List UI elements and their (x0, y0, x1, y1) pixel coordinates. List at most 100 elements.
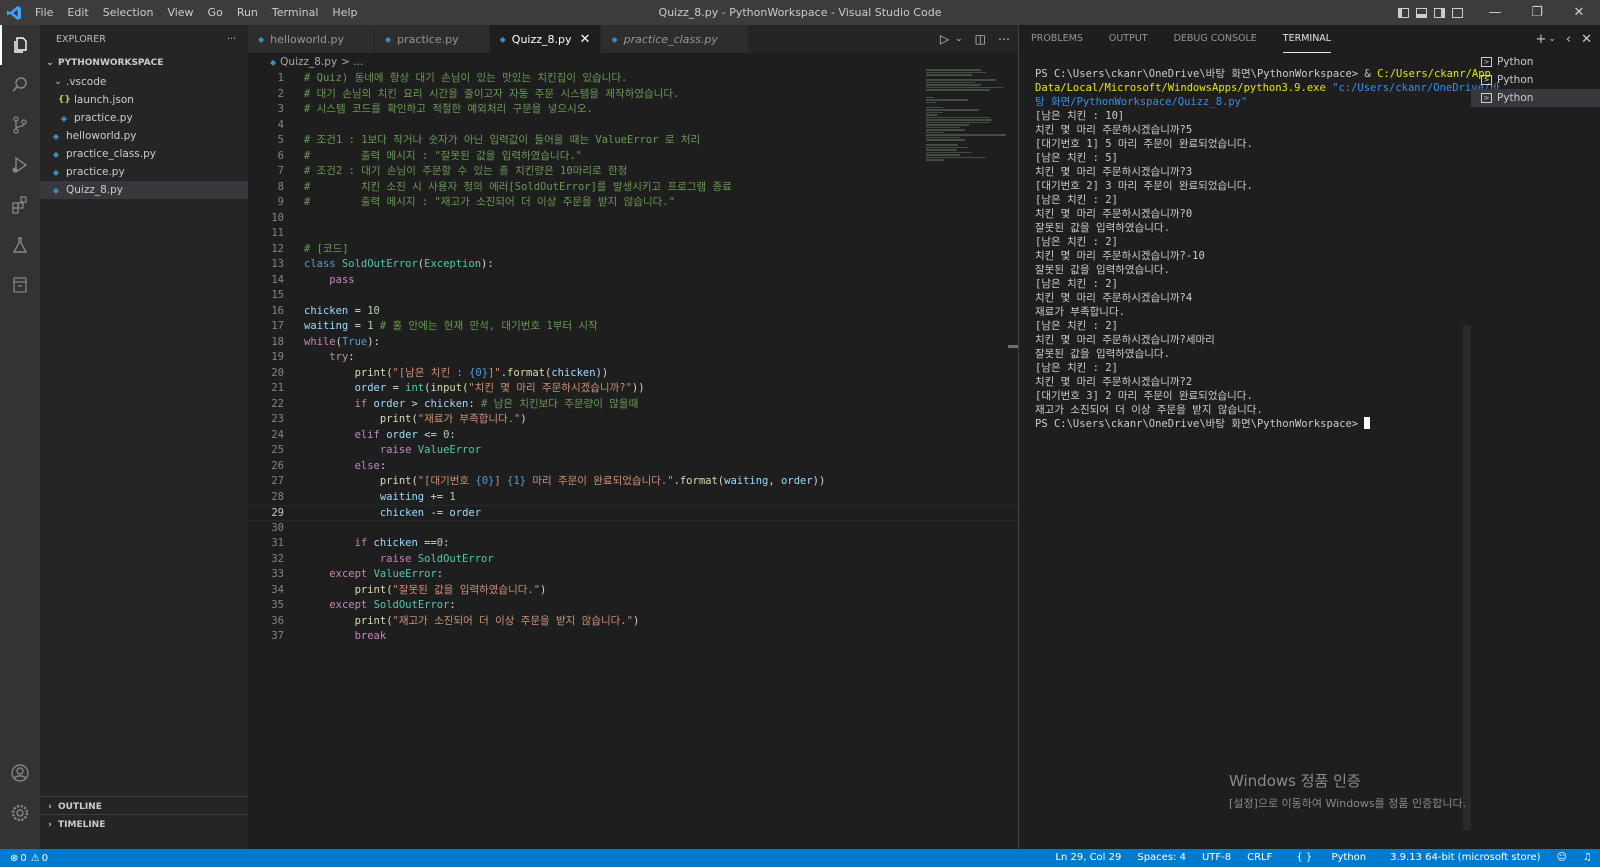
code-line[interactable]: 33 except ValueError: (248, 567, 1018, 583)
restore-button[interactable]: ❐ (1516, 0, 1558, 25)
tree-file-quizz8[interactable]: ◆ Quizz_8.py (40, 181, 248, 199)
toggle-sidebar-icon[interactable] (1394, 6, 1412, 20)
run-dropdown-icon[interactable]: ⌄ (955, 34, 963, 44)
end-of-line[interactable]: CRLF (1239, 849, 1280, 867)
code-line[interactable]: 23 print("재료가 부족합니다.") (248, 412, 1018, 428)
code-line[interactable]: 11 (248, 226, 1018, 242)
code-line[interactable]: 5 # 조건1 : 1보다 작거나 숫자가 아닌 입력값이 들어올 때는 Valu… (248, 133, 1018, 149)
collapse-panel-icon[interactable]: ‹ (1566, 32, 1571, 47)
code-line[interactable]: 25 raise ValueError (248, 443, 1018, 459)
minimize-button[interactable]: — (1474, 0, 1516, 25)
menu-file[interactable]: File (28, 0, 60, 25)
code-line[interactable]: 15 (248, 288, 1018, 304)
python-interpreter[interactable]: 3.9.13 64-bit (microsoft store) (1382, 849, 1548, 867)
tab-terminal[interactable]: TERMINAL (1282, 25, 1332, 53)
split-editor-icon[interactable]: ◫ (975, 32, 986, 46)
menu-selection[interactable]: Selection (96, 0, 161, 25)
tree-file-practice-class[interactable]: ◆ practice_class.py (40, 145, 248, 163)
code-line[interactable]: 14 pass (248, 273, 1018, 289)
code-line[interactable]: 13 class SoldOutError(Exception): (248, 257, 1018, 273)
terminal-scrollbar[interactable] (1463, 325, 1471, 830)
code-line[interactable]: 2 # 대기 손님의 치킨 요리 시간을 줄이고자 자동 주문 시스템을 제작하였… (248, 87, 1018, 103)
close-tab-icon[interactable]: ✕ (580, 32, 591, 47)
code-line[interactable]: 34 print("잘못된 값을 입력하였습니다.") (248, 583, 1018, 599)
breadcrumb-rest[interactable]: > ... (341, 56, 363, 68)
code-line[interactable]: 7 # 조건2 : 대기 손님이 주문할 수 있는 총 치킨량은 10마리로 한정 (248, 164, 1018, 180)
close-window-button[interactable]: ✕ (1558, 0, 1600, 25)
code-line[interactable]: 28 waiting += 1 (248, 490, 1018, 506)
feedback-icon[interactable]: ☺ (1549, 849, 1575, 867)
indentation[interactable]: Spaces: 4 (1129, 849, 1194, 867)
menu-go[interactable]: Go (201, 0, 230, 25)
tree-file-helloworld[interactable]: ◆ helloworld.py (40, 127, 248, 145)
explorer-icon[interactable] (0, 25, 40, 65)
explorer-more-icon[interactable]: ··· (227, 34, 236, 45)
tree-file-launch-json[interactable]: {} launch.json (40, 91, 248, 109)
tab-practice-class[interactable]: ◆ practice_class.py (601, 25, 749, 53)
timeline-section-header[interactable]: › TIMELINE (40, 814, 248, 834)
workspace-section-header[interactable]: ⌄ PYTHONWORKSPACE (40, 53, 248, 73)
toggle-panel-icon[interactable] (1412, 6, 1430, 20)
tree-folder-vscode[interactable]: ⌄ .vscode (40, 73, 248, 91)
tab-output[interactable]: OUTPUT (1109, 25, 1148, 53)
menu-edit[interactable]: Edit (60, 0, 95, 25)
code-line[interactable]: 26 else: (248, 459, 1018, 475)
code-line[interactable]: 22 if order > chicken: # 남은 치킨보다 주문량이 많을… (248, 397, 1018, 413)
terminal-instance-1[interactable]: > Python (1471, 53, 1600, 71)
code-line[interactable]: 16 chicken = 10 (248, 304, 1018, 320)
breadcrumb-file[interactable]: Quizz_8.py (280, 56, 337, 68)
language-mode[interactable]: { } Python (1280, 849, 1382, 867)
code-line[interactable]: 19 try: (248, 350, 1018, 366)
minimap[interactable] (926, 69, 1006, 161)
code-line[interactable]: 1 # Quiz) 동네에 항상 대기 손님이 있는 맛있는 치킨집이 있습니다. (248, 71, 1018, 87)
tab-quizz8[interactable]: ◆ Quizz_8.py ✕ (489, 25, 602, 53)
tree-file-vscode-practice[interactable]: ◆ practice.py (40, 109, 248, 127)
customize-layout-icon[interactable] (1448, 6, 1466, 20)
tab-practice[interactable]: ◆ practice.py (375, 25, 490, 53)
code-line[interactable]: 9 # 출력 메시지 : "재고가 소진되어 더 이상 주문을 받지 않습니다." (248, 195, 1018, 211)
code-line[interactable]: 29 chicken -= order (248, 505, 1018, 521)
code-line[interactable]: 12 # [코드] (248, 242, 1018, 258)
code-line[interactable]: 20 print("[남은 치킨 : {0}]".format(chicken)… (248, 366, 1018, 382)
code-line[interactable]: 18 while(True): (248, 335, 1018, 351)
extensions-icon[interactable] (0, 185, 40, 225)
code-line[interactable]: 10 (248, 211, 1018, 227)
code-line[interactable]: 31 if chicken ==0: (248, 536, 1018, 552)
search-icon[interactable] (0, 65, 40, 105)
tab-problems[interactable]: PROBLEMS (1031, 25, 1083, 53)
code-line[interactable]: 37 break (248, 629, 1018, 645)
editor-scrollbar[interactable] (1008, 345, 1018, 348)
testing-icon[interactable] (0, 225, 40, 265)
outline-section-header[interactable]: › OUTLINE (40, 796, 248, 816)
problems-status[interactable]: ⊗ 0 ⚠ 0 (0, 853, 48, 864)
code-line[interactable]: 30 (248, 521, 1018, 537)
terminal-dropdown-icon[interactable]: ⌄ (1548, 34, 1556, 44)
cursor-position[interactable]: Ln 29, Col 29 (1047, 849, 1129, 867)
code-line[interactable]: 35 except SoldOutError: (248, 598, 1018, 614)
notifications-bell-icon[interactable]: ♫ (1575, 849, 1600, 867)
run-python-file-icon[interactable]: ▷ (940, 32, 949, 46)
tree-file-practice[interactable]: ◆ practice.py (40, 163, 248, 181)
run-debug-icon[interactable] (0, 145, 40, 185)
toggle-secondary-sidebar-icon[interactable] (1430, 6, 1448, 20)
code-line[interactable]: 27 print("[대기번호 {0}] {1} 마리 주문이 완료되었습니다.… (248, 474, 1018, 490)
menu-terminal[interactable]: Terminal (265, 0, 326, 25)
terminal-instance-2[interactable]: > Python (1471, 71, 1600, 89)
terminal-output[interactable]: PS C:\Users\ckanr\OneDrive\바탕 화면\PythonW… (1035, 67, 1500, 431)
code-line[interactable]: 32 raise SoldOutError (248, 552, 1018, 568)
close-panel-icon[interactable]: ✕ (1581, 32, 1592, 47)
source-control-icon[interactable] (0, 105, 40, 145)
menu-view[interactable]: View (160, 0, 200, 25)
menu-run[interactable]: Run (230, 0, 265, 25)
code-editor[interactable]: 1 # Quiz) 동네에 항상 대기 손님이 있는 맛있는 치킨집이 있습니다.… (248, 71, 1018, 849)
code-line[interactable]: 6 # 출력 메시지 : "잘못된 값을 입력하였습니다." (248, 149, 1018, 165)
remote-explorer-icon[interactable] (0, 265, 40, 305)
code-line[interactable]: 24 elif order <= 0: (248, 428, 1018, 444)
manage-gear-icon[interactable] (0, 793, 40, 833)
new-terminal-icon[interactable]: + (1535, 32, 1546, 47)
code-line[interactable]: 17 waiting = 1 # 홀 안에는 현재 만석, 대기번호 1부터 시작 (248, 319, 1018, 335)
tab-helloworld[interactable]: ◆ helloworld.py (248, 25, 376, 53)
terminal-instance-3[interactable]: > Python (1471, 89, 1600, 107)
code-line[interactable]: 36 print("재고가 소진되어 더 이상 주문을 받지 않습니다.") (248, 614, 1018, 630)
encoding[interactable]: UTF-8 (1194, 849, 1239, 867)
